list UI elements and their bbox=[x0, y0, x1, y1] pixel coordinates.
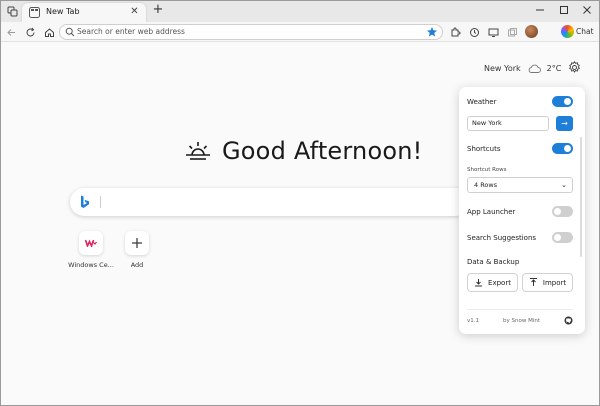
version-label: v1.1 bbox=[467, 317, 480, 324]
shortcuts-setting-row: Shortcuts bbox=[467, 143, 573, 154]
import-button[interactable]: Import bbox=[522, 273, 573, 292]
footer-divider bbox=[467, 309, 573, 310]
address-placeholder: Search or enter web address bbox=[77, 27, 185, 36]
shortcut-label: Add bbox=[130, 261, 144, 269]
web-search-box[interactable] bbox=[70, 188, 470, 216]
search-suggestions-setting-row: Search Suggestions bbox=[467, 232, 573, 243]
bing-icon bbox=[81, 195, 89, 208]
weather-toggle[interactable] bbox=[552, 96, 573, 107]
data-backup-row: Data & Backup bbox=[467, 258, 573, 266]
extensions-icon[interactable] bbox=[448, 25, 462, 39]
weather-city: New York bbox=[484, 63, 521, 73]
download-icon bbox=[475, 279, 483, 287]
refresh-icon[interactable] bbox=[23, 25, 37, 39]
copilot-icon bbox=[561, 25, 574, 38]
search-suggestions-label: Search Suggestions bbox=[467, 233, 537, 242]
workspaces-icon[interactable] bbox=[5, 4, 19, 18]
submit-city-button[interactable]: → bbox=[556, 116, 573, 131]
export-label: Export bbox=[488, 278, 511, 287]
weather-setting-row: Weather bbox=[467, 96, 573, 107]
title-bar: New Tab ✕ + bbox=[0, 0, 600, 22]
chevron-down-icon: ⌄ bbox=[561, 181, 567, 189]
github-icon[interactable] bbox=[564, 316, 573, 325]
new-tab-favicon-icon bbox=[29, 7, 40, 18]
maximize-icon[interactable] bbox=[557, 3, 571, 17]
chat-label: Chat bbox=[576, 27, 594, 36]
greeting-text: Good Afternoon! bbox=[222, 137, 423, 165]
new-tab-button[interactable]: + bbox=[151, 3, 165, 17]
shortcut-rows-select[interactable]: 4 Rows ⌄ bbox=[467, 177, 573, 193]
weather-setting-label: Weather bbox=[467, 97, 497, 106]
app-launcher-toggle[interactable] bbox=[552, 206, 573, 217]
weather-temperature: 2°C bbox=[546, 63, 562, 73]
shortcuts-setting-label: Shortcuts bbox=[467, 144, 501, 153]
plus-icon bbox=[125, 231, 149, 255]
import-label: Import bbox=[542, 278, 567, 287]
city-input[interactable]: New York bbox=[467, 116, 549, 131]
settings-panel: Weather New York → Shortcuts Shortcut Ro… bbox=[459, 87, 585, 334]
app-launcher-setting-row: App Launcher bbox=[467, 206, 573, 217]
sunset-icon bbox=[186, 142, 210, 160]
tab-new-tab[interactable]: New Tab ✕ bbox=[22, 3, 146, 22]
shortcut-rows-label: Shortcut Rows bbox=[467, 167, 507, 173]
browser-toolbar: Search or enter web address bbox=[0, 22, 600, 42]
favorite-star-icon[interactable] bbox=[426, 26, 438, 38]
search-suggestions-toggle[interactable] bbox=[552, 232, 573, 243]
export-button[interactable]: Export bbox=[467, 273, 518, 292]
app-launcher-label: App Launcher bbox=[467, 207, 516, 216]
shortcut-rows-label-row: Shortcut Rows bbox=[467, 167, 573, 173]
minimize-icon[interactable] bbox=[533, 3, 547, 17]
author-label: by Snow Mint bbox=[503, 317, 540, 324]
add-shortcut-button[interactable]: Add bbox=[107, 231, 167, 269]
collections-icon[interactable] bbox=[505, 25, 519, 39]
data-backup-label: Data & Backup bbox=[467, 258, 520, 266]
panel-scrollbar[interactable] bbox=[580, 137, 582, 257]
greeting: Good Afternoon! bbox=[184, 136, 422, 166]
history-icon[interactable] bbox=[467, 25, 481, 39]
close-window-icon[interactable] bbox=[580, 3, 594, 17]
windows-central-icon bbox=[79, 231, 103, 255]
shortcuts-toggle[interactable] bbox=[552, 143, 573, 154]
close-tab-icon[interactable]: ✕ bbox=[129, 6, 140, 17]
settings-footer: v1.1 by Snow Mint bbox=[467, 316, 573, 325]
shortcut-rows-value: 4 Rows bbox=[474, 181, 498, 189]
home-icon[interactable] bbox=[42, 25, 56, 39]
address-bar[interactable]: Search or enter web address bbox=[59, 24, 443, 40]
profile-avatar[interactable] bbox=[525, 25, 538, 38]
weather-widget[interactable]: New York 2°C bbox=[484, 62, 561, 74]
cast-icon[interactable] bbox=[486, 25, 500, 39]
tab-title: New Tab bbox=[46, 7, 80, 16]
gear-icon[interactable] bbox=[568, 61, 581, 74]
cloud-icon bbox=[528, 64, 541, 73]
search-caret bbox=[100, 196, 101, 208]
back-icon[interactable] bbox=[4, 25, 18, 39]
search-icon bbox=[65, 27, 75, 37]
upload-icon bbox=[529, 278, 537, 286]
chat-button[interactable]: Chat bbox=[561, 24, 594, 39]
